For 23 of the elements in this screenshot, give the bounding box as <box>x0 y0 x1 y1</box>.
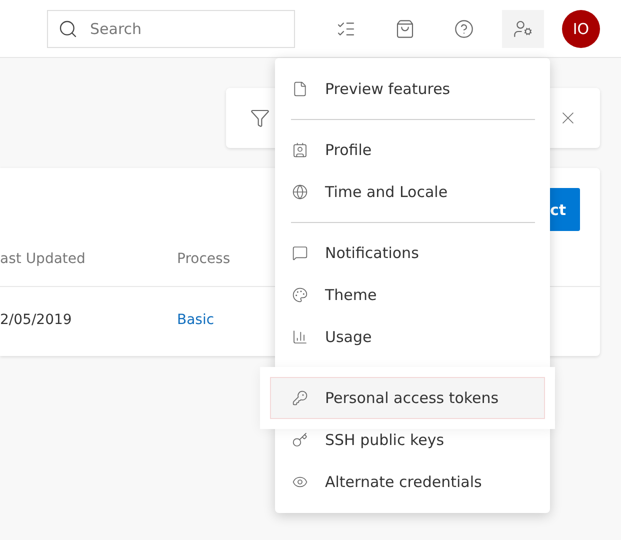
avatar[interactable]: IO <box>562 10 600 48</box>
document-icon <box>292 81 308 97</box>
menu-item[interactable]: SSH public keys <box>275 419 550 461</box>
menu-item[interactable]: Notifications <box>275 232 550 274</box>
search-bar[interactable]: Search <box>47 10 295 48</box>
profile-icon <box>292 142 308 158</box>
keys-icon <box>292 432 308 448</box>
column-header[interactable]: ast Updated <box>0 250 177 266</box>
palette-icon <box>292 287 308 303</box>
bar-chart-icon <box>292 329 308 345</box>
table-cell-text: 2/05/2019 <box>0 312 73 328</box>
eye-icon <box>292 474 308 490</box>
menu-item[interactable]: Preview features <box>275 68 550 110</box>
menu-item[interactable]: Theme <box>275 274 550 316</box>
menu-item[interactable]: Profile <box>275 129 550 171</box>
globe-icon <box>292 184 308 200</box>
user-settings-icon[interactable] <box>502 10 544 48</box>
menu-item[interactable]: Usage <box>275 316 550 358</box>
menu-item[interactable]: Alternate credentials <box>275 461 550 503</box>
chat-icon <box>292 245 308 261</box>
key-icon <box>292 390 308 406</box>
filter-icon[interactable] <box>250 108 270 128</box>
search-icon <box>58 18 78 38</box>
